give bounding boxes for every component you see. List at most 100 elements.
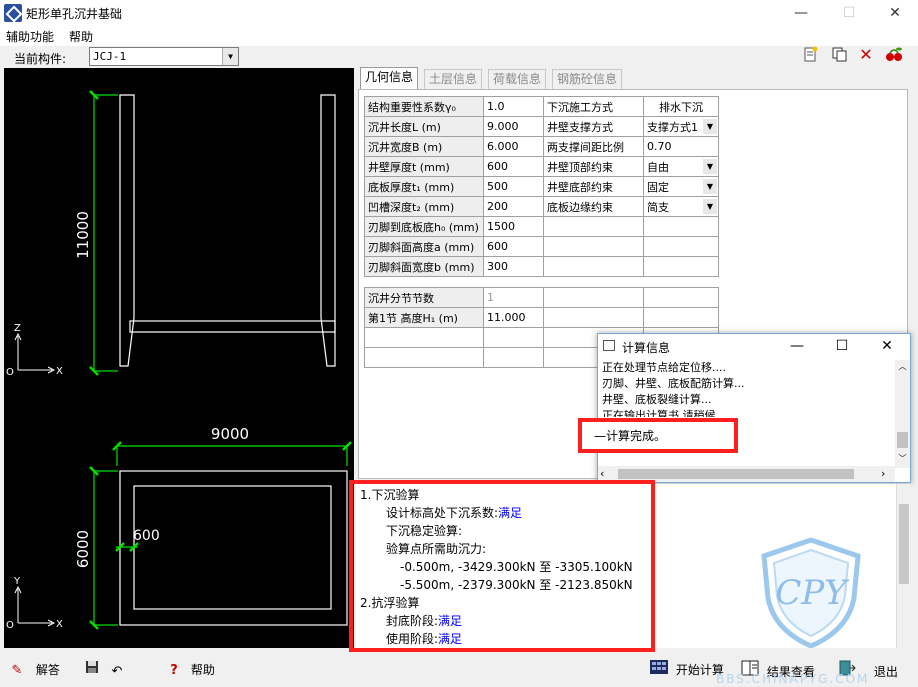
calc-hscroll-thumb[interactable]	[618, 469, 854, 479]
segment-value-cell[interactable]: 11.000	[483, 307, 544, 328]
segment-value-cell[interactable]	[483, 327, 544, 348]
option-label: 井壁顶部约束	[543, 156, 644, 177]
chevron-down-icon[interactable]: ▼	[703, 179, 717, 194]
menu-help[interactable]: 帮助	[69, 28, 93, 45]
tab-soil[interactable]: 土层信息	[424, 69, 483, 89]
param-value-cell[interactable]: 1.0	[483, 96, 544, 117]
option-value-cell[interactable]: 固定 ▼	[643, 176, 719, 197]
chevron-down-icon[interactable]: ▼	[222, 48, 238, 65]
segment-value-cell[interactable]	[483, 347, 544, 368]
window-icon	[603, 340, 615, 351]
drawing-canvas[interactable]: 11000 Z X O 9000 6000 600 Y X O	[4, 68, 354, 648]
option-value-cell[interactable]	[643, 256, 719, 277]
segment-label: 第1节 高度H₁ (m)	[364, 307, 484, 328]
result-scrollbar[interactable]	[896, 484, 910, 648]
maximize-button[interactable]: ☐	[826, 0, 872, 26]
drawing-svg: 11000 Z X O 9000 6000 600 Y X O	[6, 90, 352, 631]
delete-icon[interactable]: ✕	[856, 46, 876, 64]
plan-height-dim-label: 6000	[74, 530, 92, 568]
segment-value-cell[interactable]: 1	[483, 287, 544, 308]
param-value-cell[interactable]: 600	[483, 156, 544, 177]
calc-vertical-scrollbar[interactable]: ︿ ﹀	[895, 360, 910, 468]
result-scroll-thumb[interactable]	[899, 504, 909, 584]
width-dim-label: 9000	[211, 425, 249, 443]
option-value-cell[interactable]: 支撑方式1 ▼	[643, 116, 719, 137]
option-value-cell[interactable]	[643, 216, 719, 237]
calc-title: 计算信息	[622, 341, 671, 355]
param-value-cell[interactable]: 500	[483, 176, 544, 197]
segment-value-cell[interactable]	[643, 307, 719, 328]
tab-rebar[interactable]: 钢筋砼信息	[552, 69, 623, 89]
segment-value-cell[interactable]	[543, 287, 644, 308]
calc-scroll-thumb[interactable]	[897, 432, 908, 448]
option-label	[543, 236, 644, 257]
chevron-down-icon[interactable]: ﹀	[895, 452, 910, 466]
calc-title-bar: 计算信息 — ☐ ✕	[598, 334, 910, 358]
save-button[interactable]	[83, 660, 101, 680]
option-value-cell[interactable]: 排水下沉	[643, 96, 719, 117]
calc-maximize-button[interactable]: ☐	[819, 334, 865, 358]
param-value-cell[interactable]: 200	[483, 196, 544, 217]
close-button[interactable]: ✕	[872, 0, 918, 26]
minimize-button[interactable]: —	[778, 0, 824, 26]
calc-info-window[interactable]: 计算信息 — ☐ ✕ 正在处理节点给定位移.... 刃脚、井壁、底板配筋计算..…	[578, 333, 911, 483]
watermark-logo: CPY	[761, 537, 861, 648]
param-value-cell[interactable]: 1500	[483, 216, 544, 237]
watermark-site: BBS.CHINAPYG.COM	[716, 672, 870, 686]
segment-label	[364, 347, 484, 368]
param-label: 结构重要性系数γ₀	[364, 96, 484, 117]
geometry-row: 井壁厚度t (mm) 600 井壁顶部约束 自由 ▼	[364, 156, 719, 177]
chevron-down-icon[interactable]: ▼	[703, 199, 717, 214]
new-doc-icon[interactable]	[800, 46, 820, 64]
component-select[interactable]: JCJ-1 ▼	[89, 47, 239, 66]
component-label: 当前构件:	[14, 52, 67, 66]
param-value-cell[interactable]: 6.000	[483, 136, 544, 157]
option-label: 两支撑间距比例	[543, 136, 644, 157]
calc-close-button[interactable]: ✕	[864, 334, 910, 358]
help-label: 帮助	[190, 663, 215, 677]
calc-done-highlight: —计算完成。	[578, 418, 738, 453]
chevron-down-icon[interactable]: ▼	[703, 119, 717, 134]
calc-minimize-button[interactable]: —	[774, 334, 820, 358]
watermark-letters: CPY	[775, 573, 850, 613]
menu-tools[interactable]: 辅助功能	[6, 28, 54, 45]
option-value-cell[interactable]: 自由 ▼	[643, 156, 719, 177]
param-value-cell[interactable]: 9.000	[483, 116, 544, 137]
calculator-icon	[650, 660, 668, 681]
option-value-cell[interactable]	[643, 236, 719, 257]
component-value: JCJ-1	[93, 50, 127, 63]
param-value-cell[interactable]: 600	[483, 236, 544, 257]
undo-button[interactable]: ↶	[108, 660, 126, 680]
tab-geometry[interactable]: 几何信息	[360, 67, 419, 90]
param-label: 刃脚到底板底h₀ (mm)	[364, 216, 484, 237]
exit-label: 退出	[873, 665, 898, 679]
option-value-cell[interactable]: 简支 ▼	[643, 196, 719, 217]
elevation-outline	[119, 94, 336, 367]
geometry-table: 结构重要性系数γ₀ 1.0 下沉施工方式 排水下沉 沉井长度L (m) 9.000 井壁支撑…	[364, 96, 719, 277]
param-value-cell[interactable]: 300	[483, 256, 544, 277]
chevron-down-icon[interactable]: ▼	[703, 159, 717, 174]
answer-button[interactable]: ✎ 解答	[8, 660, 60, 680]
help-button[interactable]: ? 帮助	[165, 660, 215, 680]
segment-label	[364, 327, 484, 348]
chevron-up-icon[interactable]: ︿	[895, 360, 910, 374]
param-label: 沉井长度L (m)	[364, 116, 484, 137]
segment-value-cell[interactable]	[543, 307, 644, 328]
option-value-cell[interactable]: 0.70	[643, 136, 719, 157]
help-icon: ?	[170, 663, 178, 678]
axis-zx	[14, 332, 56, 374]
chevron-right-icon[interactable]: ›	[881, 466, 893, 482]
copy-icon[interactable]	[829, 46, 849, 64]
origin2-label: O	[6, 620, 14, 631]
option-label: 井壁底部约束	[543, 176, 644, 197]
cherry-icon[interactable]	[883, 46, 903, 64]
plan-width-dim	[112, 441, 352, 466]
segment-row: 第1节 高度H₁ (m) 11.000	[364, 307, 719, 328]
elevation-height-dim	[89, 90, 118, 376]
segment-value-cell[interactable]	[643, 287, 719, 308]
tab-load[interactable]: 荷载信息	[488, 69, 547, 89]
height-dim-label: 11000	[74, 211, 92, 259]
start-calc-button[interactable]: 开始计算	[650, 660, 724, 680]
axis-x-label: X	[56, 366, 63, 377]
param-label: 凹槽深度t₂ (mm)	[364, 196, 484, 217]
